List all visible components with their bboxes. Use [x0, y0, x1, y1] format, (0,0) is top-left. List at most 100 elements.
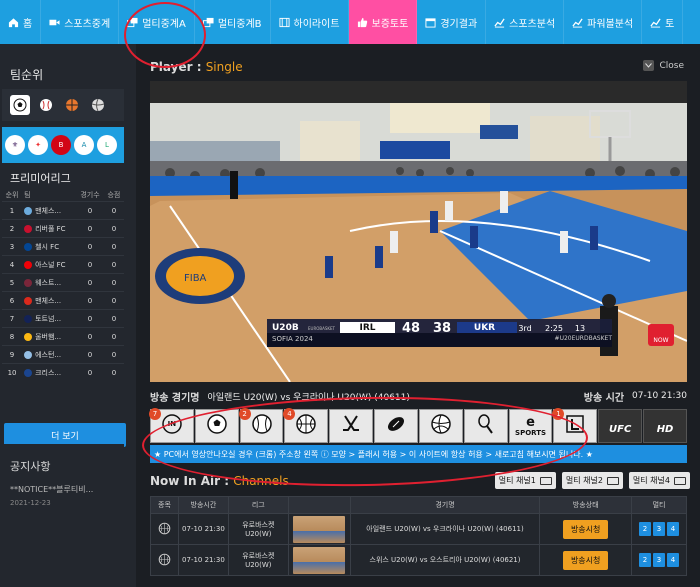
standings-row[interactable]: 2 리버풀 FC 0 0	[2, 219, 124, 238]
broadcast-time: 07-10 21:30	[632, 391, 687, 401]
ligue1-logo-icon[interactable]: L	[97, 135, 117, 155]
points: 0	[103, 237, 124, 256]
rank: 1	[2, 201, 23, 220]
match-thumbnail[interactable]	[293, 515, 346, 543]
rank: 6	[2, 291, 23, 310]
screen-icon	[606, 476, 619, 485]
team-cell: 아스널 FC	[22, 255, 77, 274]
event-sub: EUROBASKET	[308, 325, 335, 331]
multi-channel-tab-3[interactable]: 멀티 채널4	[628, 472, 690, 489]
basketball-filter-icon[interactable]	[62, 95, 82, 115]
nav-item-0[interactable]: 홈	[0, 0, 42, 44]
video-player[interactable]: FIBA U20B EUROBASKET IRL 48 38 UKR 3rd 2…	[150, 81, 687, 382]
channel-row[interactable]: 07-10 21:30 유로바스켓 U20(W) 스위스 U20(W) vs 오스트…	[150, 544, 687, 576]
team-crest-icon	[24, 296, 33, 305]
nav-item-3[interactable]: 멀티중계B	[195, 0, 271, 44]
notice-item[interactable]: **NOTICE**블루티비...	[2, 482, 124, 497]
multi-channel-label: 멀티 채널2	[565, 476, 603, 485]
multi-channel-tab-1[interactable]: 멀티 채널1	[494, 472, 556, 489]
nav-item-label: 스포츠분석	[509, 18, 556, 30]
event-name: U20B	[272, 323, 299, 333]
sport-tab-hd[interactable]: HD	[643, 409, 687, 443]
team-crest-icon	[24, 332, 33, 341]
team-name: 토트넘...	[35, 314, 62, 323]
standings-row[interactable]: 7 토트넘... 0 0	[2, 309, 124, 328]
period: 3rd	[518, 323, 532, 333]
team-cell: 크리스...	[22, 363, 77, 382]
sport-tab-football[interactable]	[374, 409, 418, 443]
thumbs-up-icon	[357, 17, 368, 28]
esports-icon: e SPORTS	[515, 414, 547, 437]
multi-slot-button[interactable]: 4	[667, 522, 680, 536]
multi-slot-button[interactable]: 3	[653, 522, 666, 536]
bundesliga-logo-icon[interactable]: B	[51, 135, 71, 155]
video-icon	[49, 17, 60, 28]
multi-slot-button[interactable]: 4	[667, 553, 680, 567]
nav-item-6[interactable]: 경기결과	[417, 0, 487, 44]
standings-row[interactable]: 1 맨체스... 0 0	[2, 201, 124, 220]
watch-button[interactable]: 방송시청	[562, 519, 609, 539]
sport-tab-basketball[interactable]: 4	[283, 408, 329, 443]
team-cell: 울버햄...	[22, 327, 77, 346]
ufc-icon: UFC	[609, 417, 631, 436]
nav-item-4[interactable]: 하이라이트	[271, 0, 349, 44]
basketball-icon	[158, 522, 171, 537]
standings-row[interactable]: 8 울버햄... 0 0	[2, 327, 124, 346]
nav-item-5[interactable]: 보증토토	[348, 0, 418, 44]
team-crest-icon	[24, 260, 33, 269]
calendar-icon	[425, 17, 436, 28]
points: 0	[103, 291, 124, 310]
sport-tab-hockey[interactable]	[329, 409, 374, 443]
standings-row[interactable]: 4 아스널 FC 0 0	[2, 255, 124, 274]
standings-row[interactable]: 10 크리스... 0 0	[2, 363, 124, 382]
standings-row[interactable]: 3 첼시 FC 0 0	[2, 237, 124, 256]
standings-row[interactable]: 6 맨체스... 0 0	[2, 291, 124, 310]
nav-item-8[interactable]: 파워볼분석	[564, 0, 643, 44]
main-content: Player : Single Close FIBA U20B EUROBASK…	[136, 44, 700, 587]
now-in-air-heading: Now In Air : Channels	[150, 474, 289, 488]
premier-league-logo-icon[interactable]: ⚜	[5, 135, 25, 155]
now-in-air-label: Now In Air :	[150, 474, 230, 488]
games: 0	[76, 345, 104, 364]
multi-slot-button[interactable]: 3	[653, 553, 666, 567]
seriea-logo-icon[interactable]: A	[74, 135, 94, 155]
sport-tab-ufc[interactable]: UFC	[598, 409, 643, 443]
nav-item-1[interactable]: 스포츠중계	[41, 0, 120, 44]
sport-tab-esports[interactable]: e SPORTS	[508, 409, 553, 443]
soccer-filter-icon[interactable]	[10, 95, 30, 115]
laliga-logo-icon[interactable]: ✦	[28, 135, 48, 155]
sport-tab-soccer[interactable]	[194, 409, 239, 443]
multi-channel-tab-2[interactable]: 멀티 채널2	[561, 472, 623, 489]
sport-tab-volleyball[interactable]	[418, 409, 463, 443]
sport-tab-baseball[interactable]: 2	[238, 408, 284, 443]
svg-text:FIBA: FIBA	[184, 273, 207, 284]
nav-item-9[interactable]: 토	[642, 0, 684, 44]
rank: 3	[2, 237, 23, 256]
sport-tab-in-play[interactable]: IN 7	[149, 408, 194, 443]
close-button[interactable]: Close	[643, 60, 684, 71]
nav-item-2[interactable]: 멀티중계A	[119, 0, 195, 44]
team-name: 맨체스...	[35, 206, 62, 215]
baseball-filter-icon[interactable]	[36, 95, 56, 115]
baseball-icon	[251, 413, 273, 439]
match-name[interactable]: 스위스 U20(W) vs 오스트리아 U20(W) (40621)	[349, 544, 541, 576]
match-name[interactable]: 아일랜드 U20(W) vs 우크라이나 U20(W) (40611)	[349, 513, 541, 545]
standings-row[interactable]: 9 에스턴... 0 0	[2, 345, 124, 364]
sport-tab-tennis[interactable]	[463, 409, 508, 443]
sport-tab-lol[interactable]: 1	[552, 408, 598, 443]
nav-item-label: 멀티중계B	[217, 18, 262, 30]
multi-slot-button[interactable]: 2	[639, 522, 652, 536]
channel-table: 종목 방송시간 리그 경기명 방송상태 멀티 07-10 21:30 유로바스켓 U20(W…	[150, 496, 687, 576]
match-thumbnail[interactable]	[293, 546, 346, 574]
standings-row[interactable]: 5 웨스트... 0 0	[2, 273, 124, 292]
volleyball-filter-icon[interactable]	[88, 95, 108, 115]
team-name: 첼시 FC	[35, 242, 60, 251]
games: 0	[76, 237, 104, 256]
top-nav: 홈 스포츠중계 멀티중계A 멀티중계B 하이라이트 보증토토 경기결과 스포츠분석 파워볼분석 토	[0, 0, 700, 44]
watch-button[interactable]: 방송시청	[562, 550, 609, 570]
nav-item-7[interactable]: 스포츠분석	[486, 0, 565, 44]
channel-row[interactable]: 07-10 21:30 유로바스켓 U20(W) 아일랜드 U20(W) vs 우크…	[150, 513, 687, 545]
points: 0	[103, 201, 124, 220]
games: 0	[76, 219, 104, 238]
multi-slot-button[interactable]: 2	[639, 553, 652, 567]
